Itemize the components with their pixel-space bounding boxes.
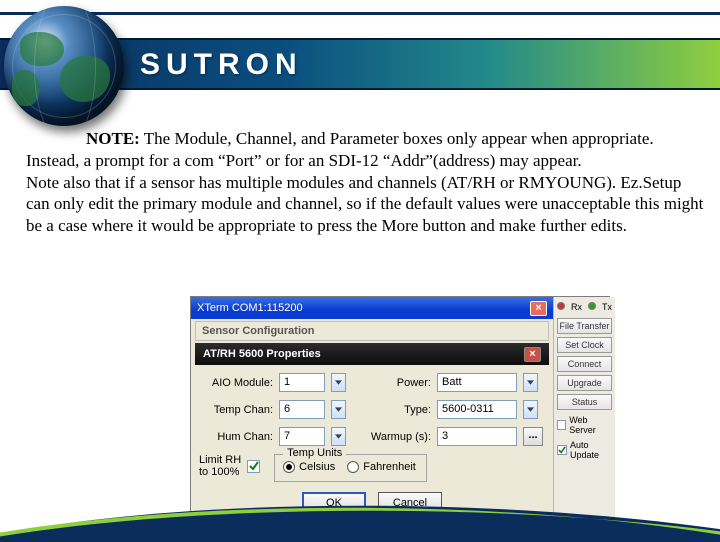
web-server-checkbox[interactable]: Web Server: [557, 413, 612, 435]
side-panel: Rx Tx File Transfer Set Clock Connect Up…: [553, 297, 615, 527]
accent-line: [0, 12, 720, 15]
note-text: NOTE: The Module, Channel, and Parameter…: [26, 128, 706, 237]
radio-icon: [283, 461, 295, 473]
rx-label: Rx: [571, 302, 582, 312]
parameter-field[interactable]: Temp: [377, 520, 427, 539]
temp-units-group: Temp Units Celsius Fahrenheit: [274, 454, 427, 482]
chevron-down-icon[interactable]: [331, 400, 346, 419]
checkbox-icon[interactable]: [247, 460, 260, 473]
upgrade-button[interactable]: Upgrade: [557, 375, 612, 391]
web-server-label: Web Server: [569, 415, 612, 435]
tx-led-icon: [588, 302, 596, 310]
brand-logo-text: SUTRON: [140, 48, 303, 82]
auto-update-checkbox[interactable]: Auto Update: [557, 438, 612, 460]
radio-icon: [347, 461, 359, 473]
chevron-down-icon[interactable]: [523, 373, 538, 392]
hum-chan-field[interactable]: 7: [279, 427, 325, 446]
limit-label-2: to 100%: [199, 466, 241, 478]
temp-units-legend: Temp Units: [283, 447, 346, 459]
led-row: Rx Tx: [557, 301, 612, 315]
limit-rh-checkbox[interactable]: Limit RH to 100%: [199, 454, 260, 478]
label-offset: Offset:: [199, 524, 231, 536]
label-parameter: Parameter: [315, 524, 366, 536]
chevron-down-icon[interactable]: [331, 427, 346, 446]
more-button[interactable]: ...: [523, 427, 543, 446]
globe-graphic: [4, 6, 124, 126]
inner-titlebar[interactable]: AT/RH 5600 Properties ×: [195, 343, 549, 365]
note-label: NOTE:: [86, 129, 140, 148]
radio-celsius-label: Celsius: [299, 461, 335, 473]
offset-field[interactable]: 0: [241, 520, 275, 539]
power-field[interactable]: Batt: [437, 373, 517, 392]
type-field[interactable]: 5600-0311: [437, 400, 517, 419]
properties-form: AIO Module: 1 Power: Batt Temp Chan: 6 T…: [199, 373, 545, 446]
outer-title-text: XTerm COM1:115200: [197, 302, 303, 314]
label-hum: Hum Chan:: [199, 431, 273, 443]
cancel-button[interactable]: Cancel: [378, 492, 442, 514]
note-line-2: Note also that if a sensor has multiple …: [26, 172, 706, 237]
more-button[interactable]: ...: [285, 520, 305, 539]
label-power: Power:: [361, 377, 431, 389]
outer-titlebar[interactable]: XTerm COM1:115200 ×: [191, 297, 553, 319]
warmup-field[interactable]: 3: [437, 427, 517, 446]
label-type: Type:: [361, 404, 431, 416]
rx-led-icon: [557, 302, 565, 310]
sensor-config-header: Sensor Configuration: [195, 321, 549, 341]
connect-button[interactable]: Connect: [557, 356, 612, 372]
auto-update-label: Auto Update: [570, 440, 612, 460]
chevron-down-icon[interactable]: [523, 400, 538, 419]
ok-button[interactable]: OK: [302, 492, 366, 514]
label-temp: Temp Chan:: [199, 404, 273, 416]
embedded-window: XTerm COM1:115200 × Sensor Configuration…: [190, 296, 610, 528]
aio-module-field[interactable]: 1: [279, 373, 325, 392]
tx-label: Tx: [602, 302, 612, 312]
temp-chan-field[interactable]: 6: [279, 400, 325, 419]
radio-celsius[interactable]: Celsius: [283, 461, 335, 473]
radio-fahrenheit-label: Fahrenheit: [363, 461, 416, 473]
cutoff-row: Offset: 0 ... Parameter Temp: [199, 520, 545, 539]
slide-header: SUTRON: [0, 0, 720, 104]
file-transfer-button[interactable]: File Transfer: [557, 318, 612, 334]
limit-label-1: Limit RH: [199, 454, 241, 466]
inner-title-text: AT/RH 5600 Properties: [203, 348, 321, 360]
radio-fahrenheit[interactable]: Fahrenheit: [347, 461, 416, 473]
label-aio: AIO Module:: [199, 377, 273, 389]
status-button[interactable]: Status: [557, 394, 612, 410]
dialog-buttons: OK Cancel: [191, 492, 553, 514]
checkbox-icon: [557, 420, 566, 430]
label-warmup: Warmup (s):: [361, 431, 431, 443]
close-icon[interactable]: ×: [530, 301, 547, 316]
chevron-down-icon[interactable]: [331, 373, 346, 392]
checkbox-icon: [557, 445, 567, 455]
close-icon[interactable]: ×: [524, 347, 541, 362]
set-clock-button[interactable]: Set Clock: [557, 337, 612, 353]
